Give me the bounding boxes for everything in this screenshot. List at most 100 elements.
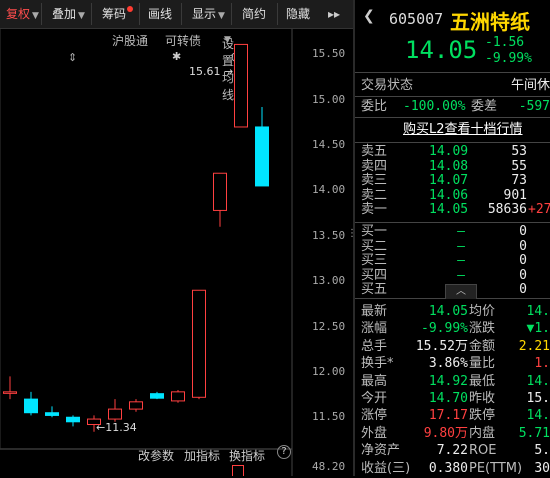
buy-label: 买五 <box>361 282 388 297</box>
sell-price: 14.09 <box>429 144 469 159</box>
weibi-label: 委比 <box>361 99 388 114</box>
sell-row[interactable]: 卖二 14.06 901 <box>355 188 550 203</box>
divider <box>355 117 550 118</box>
stats-row: 收益(三) 0.380 PE(TTM) 30 <box>355 459 550 478</box>
stat-value: 1. <box>534 356 550 372</box>
buy-label: 买二 <box>361 238 388 254</box>
sell-volume: 901 <box>503 187 527 203</box>
sell-label: 卖一 <box>361 202 388 217</box>
sell-row[interactable]: 卖一 14.05 58636 +27 <box>355 202 550 217</box>
chevron-up-icon[interactable]: ︿ <box>445 284 477 299</box>
arrow-right-icon: → <box>224 65 234 78</box>
weibi-row: 委比 -100.00% 委差 -597 <box>355 97 550 116</box>
stat-label: 量比 <box>469 356 496 372</box>
candle[interactable] <box>3 376 17 400</box>
candle[interactable] <box>255 107 269 187</box>
sell-volume: 53 <box>511 144 527 159</box>
more-icon[interactable]: ▸▸ <box>322 3 350 25</box>
stats-row: 换手* 3.86% 量比 1. <box>355 354 550 373</box>
chevron-down-icon: ▼ <box>32 11 39 21</box>
divider <box>355 142 550 143</box>
kline-chart[interactable]: 沪股通 可转债 设置均线 ▼ ⇕ ✱ ⇕ 15.50 15.00 14.50 14.00… <box>0 29 353 476</box>
candle[interactable] <box>213 172 227 227</box>
stat-value: ▼1. <box>526 321 550 337</box>
stock-header: ❮ 605007 五洲特纸 14.05 -1.56 -9.99% <box>355 0 550 70</box>
candle-body <box>192 289 206 398</box>
draw-line-label: 画线 <box>148 7 173 21</box>
fuquan-button[interactable]: 复权 ▼ <box>0 3 42 25</box>
l2-link-row: 购买L2查看十档行情 <box>355 120 550 139</box>
switch-indicator-button[interactable]: 换指标 <box>229 447 265 464</box>
buy-label: 买一 <box>361 224 388 239</box>
buy-row[interactable]: 买三 — 0 <box>355 253 550 268</box>
candle[interactable] <box>171 390 185 403</box>
divider <box>355 222 550 223</box>
sell-volume: 58636 <box>487 202 527 217</box>
stat-label: 涨幅 <box>361 321 388 337</box>
candle[interactable] <box>66 415 80 427</box>
candle[interactable] <box>45 406 59 418</box>
fuquan-label: 复权 <box>6 7 31 21</box>
stat-value: 14.92 <box>428 373 468 389</box>
sell-row[interactable]: 卖三 14.07 73 <box>355 173 550 188</box>
chevron-down-icon: ▼ <box>78 11 85 21</box>
chevron-left-icon[interactable]: ❮ <box>363 8 375 24</box>
candle[interactable] <box>24 391 38 416</box>
overlay-button[interactable]: 叠加 ▼ <box>46 3 92 25</box>
current-price: 14.05 <box>405 36 478 64</box>
buy-volume: 0 <box>519 267 527 283</box>
buy-price: — <box>457 224 465 239</box>
stat-label: 最低 <box>469 373 496 389</box>
candle-body <box>255 126 269 187</box>
help-icon[interactable]: ? <box>277 445 291 459</box>
buy-row[interactable]: 买一 — 0 <box>355 224 550 239</box>
stat-label: 涨跌 <box>469 321 496 337</box>
candle[interactable] <box>129 399 143 412</box>
stats-row: 涨幅 -9.99% 涨跌 ▼1. <box>355 319 550 338</box>
simple-button[interactable]: 简约 <box>236 3 278 25</box>
stat-label: 换手* <box>361 356 394 372</box>
weibi-value: -100.00% <box>403 99 466 114</box>
candle-body <box>45 412 59 416</box>
stats-row: 净资产 7.22 ROE 5. <box>355 441 550 460</box>
sell-row[interactable]: 卖四 14.08 55 <box>355 159 550 174</box>
candle[interactable] <box>192 289 206 400</box>
stat-value: 30 <box>534 460 550 476</box>
stat-value: 15. <box>526 391 550 406</box>
stats-row: 最高 14.92 最低 14. <box>355 372 550 391</box>
buy-row[interactable]: 买四 — 0 <box>355 268 550 283</box>
candle-body <box>66 416 80 423</box>
buy-row[interactable]: 买二 — 0 <box>355 239 550 254</box>
candle-body <box>150 393 164 399</box>
candle-body <box>129 401 143 410</box>
arrow-left-icon: ← <box>96 421 106 434</box>
l2-link[interactable]: 购买L2查看十档行情 <box>403 120 523 139</box>
add-indicator-button[interactable]: 加指标 <box>184 447 220 464</box>
sell-price: 14.07 <box>429 173 469 188</box>
candle[interactable] <box>234 43 248 128</box>
sell-price: 14.06 <box>429 187 469 203</box>
weicha-value: -597 <box>518 99 550 114</box>
candle[interactable] <box>108 399 122 422</box>
draw-line-button[interactable]: 画线 <box>142 3 182 25</box>
sell-volume: 73 <box>511 173 527 188</box>
stat-value: 7.22 <box>436 443 468 459</box>
quote-panel: ❮ 605007 五洲特纸 14.05 -1.56 -9.99% 交易状态 午间… <box>355 0 550 476</box>
stat-value: 0.380 <box>428 460 468 476</box>
sell-row[interactable]: 卖五 14.09 53 <box>355 144 550 159</box>
simple-label: 简约 <box>242 7 267 21</box>
candle[interactable] <box>150 391 164 400</box>
high-value: 15.61 <box>189 65 221 78</box>
candle-body <box>213 172 227 211</box>
chips-button[interactable]: 筹码 <box>96 3 140 25</box>
hide-button[interactable]: 隐藏 <box>280 3 322 25</box>
weicha-label: 委差 <box>471 99 498 114</box>
stat-label: 收益(三) <box>361 460 411 476</box>
change-param-button[interactable]: 改参数 <box>138 447 174 464</box>
stat-label: 昨收 <box>469 391 496 406</box>
stat-value: 14.05 <box>428 304 468 319</box>
sell-label: 卖二 <box>361 187 388 203</box>
display-label: 显示 <box>192 7 217 21</box>
stat-label: 均价 <box>469 304 496 319</box>
display-button[interactable]: 显示 ▼ <box>186 3 232 25</box>
